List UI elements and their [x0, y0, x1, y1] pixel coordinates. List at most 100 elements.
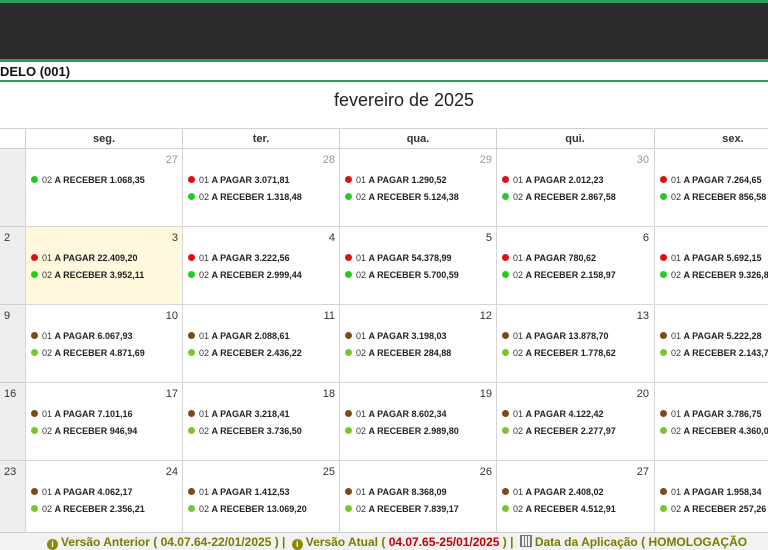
calendar-event[interactable]: 02 A RECEBER 2.436,22	[188, 348, 302, 358]
calendar-event[interactable]: 02 A RECEBER 4.512,91	[502, 504, 616, 514]
calendar-day-cell[interactable]: 28 01 A PAGAR 3.071,81 02 A RECEBER 1.318,…	[182, 149, 339, 227]
day-number[interactable]: 28	[323, 154, 335, 166]
event-dot-icon	[188, 176, 195, 183]
calendar-event[interactable]: 02 A RECEBER 5.124,38	[345, 192, 459, 202]
calendar-day-cell[interactable]: 701 A PAGAR 5.692,1502 A RECEBER 9.326,8…	[654, 227, 768, 305]
day-number[interactable]: 27	[166, 154, 178, 166]
day-number[interactable]: 17	[166, 388, 178, 400]
calendar-event[interactable]: 02 A RECEBER 2.143,76	[660, 348, 768, 358]
calendar-day-cell[interactable]: 6 01 A PAGAR 780,62 02 A RECEBER 2.158,97	[496, 227, 653, 305]
day-number[interactable]: 30	[637, 154, 649, 166]
calendar-event[interactable]: 01 A PAGAR 6.067,93	[31, 331, 133, 341]
calendar-day-cell[interactable]: 17 01 A PAGAR 7.101,16 02 A RECEBER 946,94	[25, 383, 182, 461]
calendar-day-cell[interactable]: 25 01 A PAGAR 1.412,53 02 A RECEBER 13.069…	[182, 461, 339, 532]
day-number[interactable]: 3	[172, 232, 178, 244]
calendar-event[interactable]: 02 A RECEBER 5.700,59	[345, 270, 459, 280]
day-number[interactable]: 13	[637, 310, 649, 322]
calendar-event[interactable]: 02 A RECEBER 3.952,11	[31, 270, 144, 280]
calendar-event[interactable]: 01 A PAGAR 3.222,56	[188, 253, 290, 263]
calendar-day-cell[interactable]: 27 02 A RECEBER 1.068,35	[25, 149, 182, 227]
calendar-event[interactable]: 01 A PAGAR 3.786,75	[660, 409, 762, 419]
day-number[interactable]: 20	[637, 388, 649, 400]
calendar-event[interactable]: 01 A PAGAR 1.958,34	[660, 487, 762, 497]
day-number[interactable]: 10	[166, 310, 178, 322]
day-number[interactable]: 5	[486, 232, 492, 244]
event-label: A PAGAR 3.071,81	[211, 175, 290, 185]
calendar-day-cell[interactable]: 13 01 A PAGAR 13.878,70 02 A RECEBER 1.778…	[496, 305, 653, 383]
calendar-event[interactable]: 01 A PAGAR 22.409,20	[31, 253, 138, 263]
calendar-event[interactable]: 01 A PAGAR 3.218,41	[188, 409, 290, 419]
calendar-day-cell[interactable]: 30 01 A PAGAR 2.012,23 02 A RECEBER 2.867,…	[496, 149, 653, 227]
calendar-event[interactable]: 01 A PAGAR 7.264,65	[660, 175, 762, 185]
calendar-day-cell[interactable]: 26 01 A PAGAR 8.368,09 02 A RECEBER 7.839,…	[339, 461, 496, 532]
calendar-event[interactable]: 02 A RECEBER 856,58	[660, 192, 766, 202]
calendar-event[interactable]: 02 A RECEBER 2.158,97	[502, 270, 616, 280]
day-number[interactable]: 27	[637, 466, 649, 478]
calendar-day-cell[interactable]: 12 01 A PAGAR 3.198,03 02 A RECEBER 284,88	[339, 305, 496, 383]
calendar-event[interactable]: 02 A RECEBER 257,26	[660, 504, 766, 514]
calendar-event[interactable]: 01 A PAGAR 780,62	[502, 253, 596, 263]
calendar-day-cell[interactable]: 29 01 A PAGAR 1.290,52 02 A RECEBER 5.124,…	[339, 149, 496, 227]
calendar-day-cell[interactable]: 19 01 A PAGAR 8.602,34 02 A RECEBER 2.989,…	[339, 383, 496, 461]
event-label: A RECEBER 284,88	[368, 348, 452, 358]
calendar-day-cell[interactable]: 27 01 A PAGAR 2.408,02 02 A RECEBER 4.512,…	[496, 461, 653, 532]
calendar-day-cell[interactable]: 24 01 A PAGAR 4.062,17 02 A RECEBER 2.356,…	[25, 461, 182, 532]
calendar-event[interactable]: 01 A PAGAR 3.198,03	[345, 331, 447, 341]
calendar-event[interactable]: 02 A RECEBER 3.736,50	[188, 426, 302, 436]
day-number[interactable]: 4	[329, 232, 335, 244]
calendar-event[interactable]: 02 A RECEBER 1.778,62	[502, 348, 616, 358]
calendar-event[interactable]: 01 A PAGAR 2.088,61	[188, 331, 290, 341]
calendar-day-cell[interactable]: 11 01 A PAGAR 2.088,61 02 A RECEBER 2.436,…	[182, 305, 339, 383]
calendar-event[interactable]: 02 A RECEBER 2.356,21	[31, 504, 145, 514]
calendar-day-cell[interactable]: 20 01 A PAGAR 4.122,42 02 A RECEBER 2.277,…	[496, 383, 653, 461]
day-number[interactable]: 6	[643, 232, 649, 244]
calendar-event[interactable]: 02 A RECEBER 2.999,44	[188, 270, 302, 280]
calendar-event[interactable]: 01 A PAGAR 8.602,34	[345, 409, 447, 419]
event-dot-icon	[188, 349, 195, 356]
day-number[interactable]: 29	[480, 154, 492, 166]
calendar-event[interactable]: 01 A PAGAR 5.222,28	[660, 331, 762, 341]
day-number[interactable]: 18	[323, 388, 335, 400]
calendar-event[interactable]: 02 A RECEBER 2.989,80	[345, 426, 459, 436]
calendar-event[interactable]: 01 A PAGAR 54.378,99	[345, 253, 452, 263]
calendar-event[interactable]: 01 A PAGAR 2.408,02	[502, 487, 604, 497]
calendar-day-cell[interactable]: 1401 A PAGAR 5.222,2802 A RECEBER 2.143,…	[654, 305, 768, 383]
calendar-day-cell[interactable]: 3 01 A PAGAR 22.409,20 02 A RECEBER 3.952,…	[25, 227, 182, 305]
calendar-event[interactable]: 02 A RECEBER 2.867,58	[502, 192, 616, 202]
calendar-event[interactable]: 01 A PAGAR 3.071,81	[188, 175, 290, 185]
calendar-event[interactable]: 02 A RECEBER 4.360,00	[660, 426, 768, 436]
calendar-event[interactable]: 01 A PAGAR 4.062,17	[31, 487, 133, 497]
calendar-event[interactable]: 02 A RECEBER 2.277,97	[502, 426, 616, 436]
day-number[interactable]: 11	[324, 310, 335, 322]
calendar-event[interactable]: 01 A PAGAR 4.122,42	[502, 409, 604, 419]
calendar-event[interactable]: 02 A RECEBER 946,94	[31, 426, 137, 436]
day-number[interactable]: 24	[166, 466, 178, 478]
calendar-day-cell[interactable]: 18 01 A PAGAR 3.218,41 02 A RECEBER 3.736,…	[182, 383, 339, 461]
calendar-event[interactable]: 01 A PAGAR 2.012,23	[502, 175, 604, 185]
day-number[interactable]: 12	[480, 310, 492, 322]
calendar-day-cell[interactable]: 5 01 A PAGAR 54.378,99 02 A RECEBER 5.700,…	[339, 227, 496, 305]
calendar-event[interactable]: 01 A PAGAR 1.290,52	[345, 175, 447, 185]
event-dot-icon	[660, 410, 667, 417]
calendar-event[interactable]: 02 A RECEBER 7.839,17	[345, 504, 459, 514]
calendar-event[interactable]: 01 A PAGAR 5.692,15	[660, 253, 762, 263]
calendar-event[interactable]: 01 A PAGAR 8.368,09	[345, 487, 447, 497]
calendar-event[interactable]: 02 A RECEBER 1.068,35	[31, 175, 145, 185]
day-number[interactable]: 26	[480, 466, 492, 478]
calendar-event[interactable]: 02 A RECEBER 284,88	[345, 348, 451, 358]
calendar-event[interactable]: 02 A RECEBER 9.326,84	[660, 270, 768, 280]
calendar-day-cell[interactable]: 4 01 A PAGAR 3.222,56 02 A RECEBER 2.999,4…	[182, 227, 339, 305]
day-number[interactable]: 19	[480, 388, 492, 400]
calendar-event[interactable]: 02 A RECEBER 4.871,69	[31, 348, 145, 358]
day-number[interactable]: 25	[323, 466, 335, 478]
calendar-day-cell[interactable]: 2801 A PAGAR 1.958,3402 A RECEBER 257,26	[654, 461, 768, 532]
calendar-event[interactable]: 01 A PAGAR 7.101,16	[31, 409, 133, 419]
calendar-day-cell[interactable]: 3101 A PAGAR 7.264,6502 A RECEBER 856,58	[654, 149, 768, 227]
calendar-event[interactable]: 02 A RECEBER 1.318,48	[188, 192, 302, 202]
calendar-event[interactable]: 01 A PAGAR 13.878,70	[502, 331, 609, 341]
calendar-event[interactable]: 02 A RECEBER 13.069,20	[188, 504, 307, 514]
calendar-day-cell[interactable]: 10 01 A PAGAR 6.067,93 02 A RECEBER 4.871,…	[25, 305, 182, 383]
calendar-day-cell[interactable]: 2101 A PAGAR 3.786,7502 A RECEBER 4.360,…	[654, 383, 768, 461]
event-label: A PAGAR 3.786,75	[683, 409, 762, 419]
calendar-event[interactable]: 01 A PAGAR 1.412,53	[188, 487, 290, 497]
